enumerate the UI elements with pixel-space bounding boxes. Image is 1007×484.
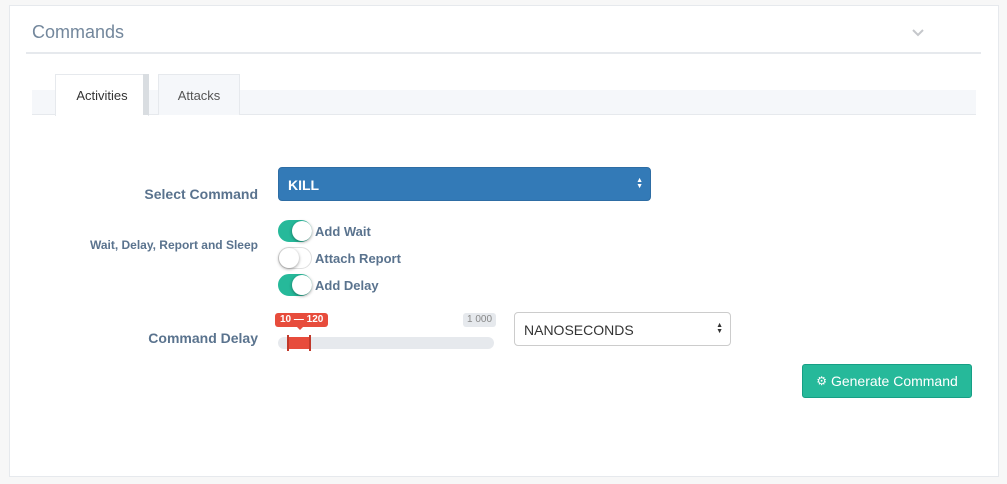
select-arrows-icon: ▲ ▼ (636, 177, 643, 190)
select-command-label: Select Command (144, 186, 258, 202)
commands-panel: Commands Activities Attacks Select Comma… (9, 5, 999, 477)
tab-attacks[interactable]: Attacks (158, 74, 240, 115)
attach-report-label: Attach Report (315, 250, 401, 266)
chevron-down-icon[interactable] (910, 24, 926, 40)
toggle-knob (292, 221, 312, 241)
add-delay-toggle[interactable] (278, 274, 312, 296)
slider-max-label: 1 000 (463, 313, 497, 327)
attach-report-row: Attach Report (278, 246, 401, 270)
delay-unit-value: NANOSECONDS (524, 322, 634, 338)
toggle-knob (292, 275, 312, 295)
command-select[interactable]: KILL ▲ ▼ (278, 167, 651, 201)
title-divider (26, 52, 981, 54)
add-delay-row: Add Delay (278, 273, 379, 297)
panel-title: Commands (32, 22, 125, 42)
delay-unit-select[interactable]: NANOSECONDS ▲ ▼ (514, 312, 731, 346)
select-arrows-icon: ▲ ▼ (716, 322, 723, 335)
command-select-value: KILL (288, 177, 320, 193)
tab-edge (143, 74, 149, 115)
add-delay-label: Add Delay (315, 277, 379, 293)
command-delay-label: Command Delay (148, 330, 258, 346)
toggle-knob (279, 248, 299, 268)
generate-command-button[interactable]: ⚙ Generate Command (802, 364, 972, 398)
delay-slider-to-handle[interactable] (309, 335, 311, 351)
slider-label-pointer (297, 327, 303, 330)
slider-range-label: 10 — 120 (275, 313, 329, 327)
add-wait-label: Add Wait (315, 223, 371, 239)
add-wait-row: Add Wait (278, 219, 371, 243)
delay-slider-from-handle[interactable] (287, 335, 289, 351)
delay-slider-range (288, 337, 310, 349)
gear-icon: ⚙ (816, 374, 827, 388)
tab-attacks-label: Attacks (177, 87, 221, 103)
tab-activities-label: Activities (76, 88, 128, 103)
generate-command-label: Generate Command (830, 373, 958, 389)
wait-group-label: Wait, Delay, Report and Sleep (89, 238, 258, 252)
attach-report-toggle[interactable] (278, 247, 312, 269)
tab-activities[interactable]: Activities (55, 74, 149, 116)
add-wait-toggle[interactable] (278, 220, 312, 242)
